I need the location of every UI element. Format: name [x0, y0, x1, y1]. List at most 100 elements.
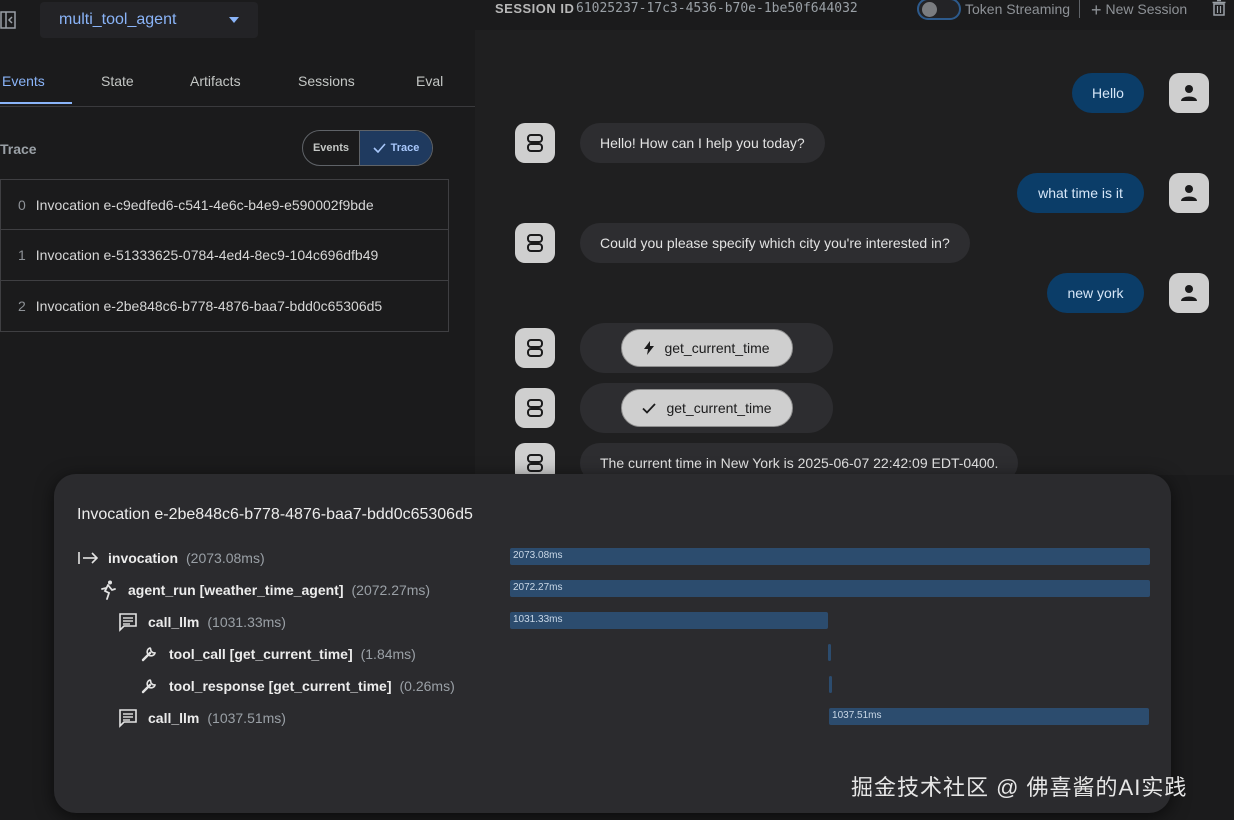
invocation-label: Invocation e-c9edfed6-c541-4e6c-b4e9-e59… [35, 196, 374, 213]
tab-state[interactable]: State [101, 73, 134, 89]
user-message-text: Hello [1092, 85, 1124, 101]
trace-dialog-title: Invocation e-2be848c6-b778-4876-baa7-bdd… [77, 506, 473, 523]
tool-call-name: get_current_time [664, 340, 770, 356]
user-message: Hello [1072, 73, 1144, 113]
tool-call-message: get_current_time [580, 323, 833, 373]
trace-dialog: Invocation e-2be848c6-b778-4876-baa7-bdd… [54, 474, 1171, 813]
tab-artifacts[interactable]: Artifacts [190, 73, 241, 89]
bot-avatar [515, 328, 555, 368]
tool-call-chip[interactable]: get_current_time [621, 329, 793, 367]
span-row[interactable]: call_llm (1031.33ms) [118, 611, 286, 633]
events-trace-toggle: Events Trace [302, 130, 433, 166]
invocation-label: Invocation e-2be848c6-b778-4876-baa7-bdd… [35, 298, 383, 314]
robot-icon [527, 234, 543, 252]
start-arrow-icon [78, 548, 98, 568]
span-duration: (2073.08ms) [186, 550, 265, 566]
user-message-text: new york [1067, 285, 1124, 301]
span-row[interactable]: tool_call [get_current_time] (1.84ms) [139, 643, 416, 665]
chat-icon [118, 612, 138, 632]
wrench-icon [139, 676, 159, 696]
robot-icon [527, 339, 543, 357]
trace-heading: Trace [0, 141, 37, 157]
tool-response-chip[interactable]: get_current_time [621, 389, 793, 427]
session-id-label: SESSION ID [495, 1, 575, 16]
invocation-row[interactable]: 2 Invocation e-2be848c6-b778-4876-baa7-b… [0, 281, 449, 332]
robot-icon [527, 134, 543, 152]
wrench-icon [139, 644, 159, 664]
span-bar-label: 1031.33ms [513, 614, 563, 625]
span-name: invocation [108, 550, 179, 566]
tab-eval[interactable]: Eval [416, 73, 443, 89]
watermark: 掘金技术社区 @ 佛喜酱的AI实践 [851, 775, 1188, 800]
robot-icon [527, 454, 543, 472]
token-streaming-label: Token Streaming [965, 1, 1071, 17]
user-message: new york [1047, 273, 1144, 313]
tool-response-name: get_current_time [666, 400, 772, 416]
invocation-list: 0 Invocation e-c9edfed6-c541-4e6c-b4e9-e… [0, 179, 449, 332]
span-bar-label: 1037.51ms [832, 710, 882, 721]
span-duration: (2072.27ms) [351, 582, 431, 598]
user-avatar [1169, 73, 1209, 113]
span-name: agent_run [weather_time_agent] [128, 582, 344, 598]
span-bar-label: 2073.08ms [513, 550, 563, 561]
toggle-trace-label: Trace [390, 142, 420, 154]
span-duration: (0.26ms) [399, 678, 455, 694]
tab-events[interactable]: Events [2, 73, 45, 89]
bot-avatar [515, 388, 555, 428]
span-duration: (1031.33ms) [207, 614, 286, 630]
session-id-value: 61025237-17c3-4536-b70e-1be50f644032 [576, 1, 858, 16]
bot-message: Could you please specify which city you'… [580, 223, 970, 263]
tab-sessions[interactable]: Sessions [298, 73, 355, 89]
user-message-text: what time is it [1038, 185, 1123, 201]
person-icon [1181, 285, 1197, 301]
user-avatar [1169, 273, 1209, 313]
span-row[interactable]: agent_run [weather_time_agent] (2072.27m… [98, 579, 430, 601]
bot-message: Hello! How can I help you today? [580, 123, 825, 163]
chevron-down-icon [229, 17, 239, 23]
user-message: what time is it [1017, 173, 1144, 213]
person-icon [1181, 185, 1197, 201]
person-icon [1181, 85, 1197, 101]
toggle-sidebar-icon[interactable] [0, 10, 16, 30]
span-row[interactable]: call_llm (1037.51ms) [118, 707, 286, 729]
app-name: multi_tool_agent [59, 11, 177, 28]
user-avatar [1169, 173, 1209, 213]
bot-avatar [515, 123, 555, 163]
invocation-label: Invocation e-51333625-0784-4ed4-8ec9-104… [35, 247, 379, 263]
check-icon [373, 143, 386, 153]
app-selector[interactable]: multi_tool_agent [40, 2, 258, 38]
token-streaming-toggle[interactable] [917, 0, 961, 20]
bot-message-text: Could you please specify which city you'… [600, 235, 950, 251]
invocation-row[interactable]: 1 Invocation e-51333625-0784-4ed4-8ec9-1… [0, 230, 449, 281]
span-bar[interactable]: 2073.08ms [510, 548, 1150, 565]
span-row[interactable]: invocation (2073.08ms) [78, 547, 265, 569]
bolt-icon [644, 341, 655, 355]
span-name: call_llm [148, 614, 200, 630]
bot-message-text: The current time in New York is 2025-06-… [600, 455, 999, 471]
tab-bar: Events State Artifacts Sessions Eval [0, 58, 475, 107]
delete-session-icon[interactable] [1212, 0, 1226, 16]
divider [1079, 0, 1080, 18]
span-row[interactable]: tool_response [get_current_time] (0.26ms… [139, 675, 455, 697]
span-bar[interactable] [828, 644, 832, 661]
new-session-label: New Session [1105, 1, 1188, 17]
toggle-knob [922, 2, 937, 17]
new-session-button[interactable]: + New Session [1091, 0, 1187, 21]
running-person-icon [98, 580, 118, 600]
span-bar[interactable]: 1037.51ms [829, 708, 1150, 725]
check-icon [642, 402, 657, 414]
span-bar[interactable]: 1031.33ms [510, 612, 829, 629]
span-duration: (1.84ms) [360, 646, 416, 662]
invocation-index: 1 [18, 247, 26, 263]
span-bar-label: 2072.27ms [513, 582, 563, 593]
toggle-trace-button[interactable]: Trace [360, 131, 432, 165]
toggle-events-label: Events [312, 142, 350, 154]
toggle-events-button[interactable]: Events [303, 131, 360, 165]
plus-icon: + [1091, 0, 1102, 20]
span-duration: (1037.51ms) [207, 710, 286, 726]
invocation-index: 2 [18, 298, 26, 314]
span-bar[interactable]: 2072.27ms [510, 580, 1150, 597]
invocation-row[interactable]: 0 Invocation e-c9edfed6-c541-4e6c-b4e9-e… [0, 179, 449, 230]
robot-icon [527, 399, 543, 417]
span-bar[interactable] [828, 676, 832, 693]
